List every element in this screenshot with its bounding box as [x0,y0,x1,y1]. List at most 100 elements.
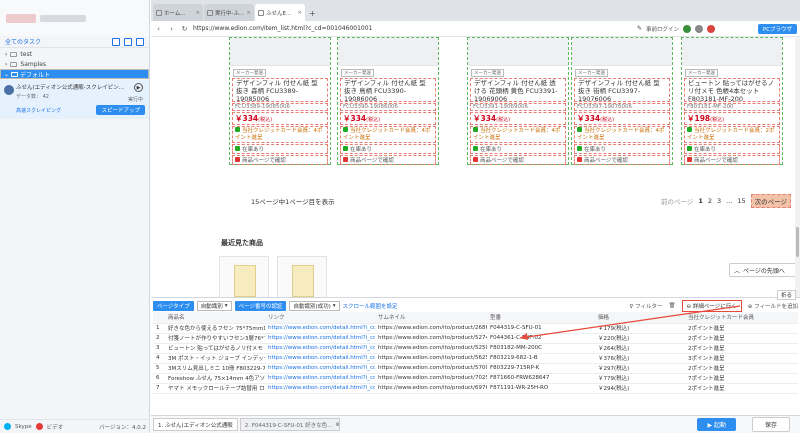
table-row[interactable]: 6Foreshow ふせん 75×14mm 4色アソート...https://w… [153,373,798,384]
go-detail-page-button[interactable]: ⊖ 詳細ページに行く [681,299,742,312]
pagination: 15ページ中1ページ目を表示 前のページ 1 2 3 ... 15 次のページ [251,194,791,208]
tab-fusen[interactable]: ふせんE... × [255,4,305,21]
table-row[interactable]: 2付箋ノートが作りやすいフセン3層76*76 2...https://www.e… [153,333,798,344]
pc-browser-select[interactable]: PCブラウザ [757,23,797,34]
step-tab-1[interactable]: 1. ふせん(エディオン公式通販 [153,418,238,431]
task-card[interactable]: ふせん(エディオン公式通販-スクレイピン... ▶ データ数： 42 実行中 高… [0,80,149,119]
prev-page-link[interactable]: 前のページ [661,196,693,206]
stock-icon [473,146,478,151]
save-button[interactable]: 保存 [751,417,790,432]
edit-icon[interactable]: ✎ [637,25,642,32]
page-1[interactable]: 1 [698,197,703,205]
next-page-link[interactable]: 次のページ [750,194,791,208]
column-points[interactable]: 当社クレジットカード会員 [685,312,798,324]
page-3[interactable]: 3 [717,197,721,205]
product-name[interactable]: デザインフィル 付せん紙 型抜き 鳥柄 FCU3390-19086006 [340,78,436,102]
product-link[interactable]: 商品ページで確認 [340,155,436,165]
product-name[interactable]: ビュートン 貼ってはがせるノリ付メモ 色帳4本セット F803181-MF-20… [684,78,780,102]
tree-item-test[interactable]: › test [0,49,149,59]
table-row[interactable]: 53Mスリム見出しミニ 10冊 F803229-715R...https://w… [153,363,798,374]
recent-item-thumbnail[interactable] [277,256,327,297]
scroll-range-link[interactable]: スクロール範囲を設定 [343,302,398,310]
table-row[interactable]: 7ヤマト メモックロールテープ詰替用 ロール...https://www.edi… [153,383,798,394]
chevron-right-icon: › [5,50,8,58]
product-code: FCU3397-19076006 [574,103,670,111]
product-link[interactable]: 商品ページで確認 [574,155,670,165]
folder-icon [11,71,19,77]
product-name[interactable]: デザインフィル 付せん紙 型抜き 街柄 FCU3397-19076006 [574,78,670,102]
page-scrollbar[interactable] [795,37,800,297]
all-tasks-label: 全てのタスク [5,39,42,46]
filter-button[interactable]: ⊽ フィルター [629,302,662,310]
page-2[interactable]: 2 [708,197,712,205]
column-product-name[interactable]: 商品名 [165,312,265,324]
product-image [338,38,438,66]
task-status: 実行中 [127,97,143,103]
trash-icon[interactable]: 🗑 [669,303,676,309]
product-card[interactable]: メーカー発送 デザインフィル 付せん紙 型抜き 森柄 FCU3389-19085… [229,37,331,165]
product-link[interactable]: 商品ページで確認 [232,155,328,165]
product-name[interactable]: デザインフィル 付せん紙 型抜き 森柄 FCU3389-19085006 [232,78,328,102]
page-ellipsis: ... [726,197,733,205]
column-thumbnail[interactable]: サムネイル [375,312,487,324]
product-card[interactable]: メーカー発送 デザインフィル 付せん紙 型抜き 鳥柄 FCU3390-19086… [337,37,439,165]
tree-item-default[interactable]: ⌄ デフォルト [0,69,149,79]
product-card[interactable]: メーカー発送 デザインフィル 付せん紙 透ける 花頭柄 黄色 FCU3391-1… [467,37,569,165]
app-logo [6,13,36,23]
table-row[interactable]: 1好きな色から使えるフセン 75*75mm100枚https://www.edi… [153,323,798,334]
close-icon[interactable]: × [246,10,251,16]
product-link[interactable]: 商品ページで確認 [470,155,566,165]
recent-item-thumbnail[interactable] [219,256,269,297]
back-to-top-button[interactable]: ︿ ページの先頭へ [729,263,797,277]
start-button[interactable]: ▶ 起動 [697,418,736,431]
page-15[interactable]: 15 [737,197,745,205]
skype-link[interactable]: Skype [15,424,32,430]
tree-item-samples[interactable]: › Samples [0,59,149,69]
link-icon: ⊖ [686,303,692,310]
product-card[interactable]: メーカー発送 デザインフィル 付せん紙 型抜き 街柄 FCU3397-19076… [571,37,673,165]
table-row[interactable]: 3ビュートン 貼ってはがせるノリ付メモ 4色...https://www.edi… [153,343,798,354]
collapse-button[interactable]: 折る [776,290,796,300]
credit-card-icon [473,127,478,132]
back-icon[interactable]: ‹ [154,25,163,33]
close-icon[interactable]: × [297,10,302,16]
new-tab-icon[interactable]: + [306,9,319,21]
table-header: 商品名 リンク サムネイル 型番 価格 当社クレジットカード会員 [153,312,798,324]
store-icon [687,157,692,162]
delete-icon[interactable] [136,37,144,46]
settings-icon[interactable] [707,24,716,33]
play-icon[interactable]: ▶ [134,83,143,92]
column-link[interactable]: リンク [265,312,375,324]
folder-icon [10,61,18,67]
skype-icon [4,423,11,430]
table-row[interactable]: 43M ポスト・イット ジョーブ インデックス...https://www.ed… [153,353,798,364]
app-header [0,0,149,36]
tab-home[interactable]: ホーム... × [153,4,203,21]
chevron-down-icon: ⌄ [4,70,10,78]
product-card[interactable]: メーカー発送 ビュートン 貼ってはがせるノリ付メモ 色帳4本セット F80318… [681,37,783,165]
column-price[interactable]: 価格 [595,312,685,324]
forward-icon[interactable]: › [167,25,176,33]
recent-items-heading: 最近見た商品 [221,239,263,247]
pre-login-button[interactable]: 事前ログイン [646,25,679,33]
product-price: ￥198(税込) [684,112,780,125]
product-image [230,38,330,66]
tab-running[interactable]: 実行中-ふ... × [204,4,254,21]
step-tab-2[interactable]: 2. F044319-C-SFU-01 好きな色... ⊗ [239,418,340,431]
speed-up-button[interactable]: スピードアップ [96,105,145,115]
url-field[interactable]: https://www.edion.com/item_list.html?c_c… [193,25,633,32]
add-field-button[interactable]: ⊕ フィールドを追加 [748,302,798,310]
product-points: 当社クレジットカード会員：4ポイント進呈 [232,126,328,143]
page-type-select[interactable]: 自動識別 ▾ [196,300,232,311]
new-task-icon[interactable] [124,37,132,46]
page-icon [207,9,213,16]
column-model[interactable]: 型番 [487,312,595,324]
page-number-select[interactable]: 自動識別(成功) ▾ [289,300,340,311]
product-link[interactable]: 商品ページで確認 [684,155,780,165]
new-folder-icon[interactable] [112,37,120,46]
close-icon[interactable]: × [195,10,200,16]
product-name[interactable]: デザインフィル 付せん紙 透ける 花頭柄 黄色 FCU3391-19069006 [470,78,566,102]
video-link[interactable]: ビデオ [47,423,64,431]
reload-icon[interactable]: ↻ [180,25,189,33]
user-icon[interactable] [695,24,704,33]
